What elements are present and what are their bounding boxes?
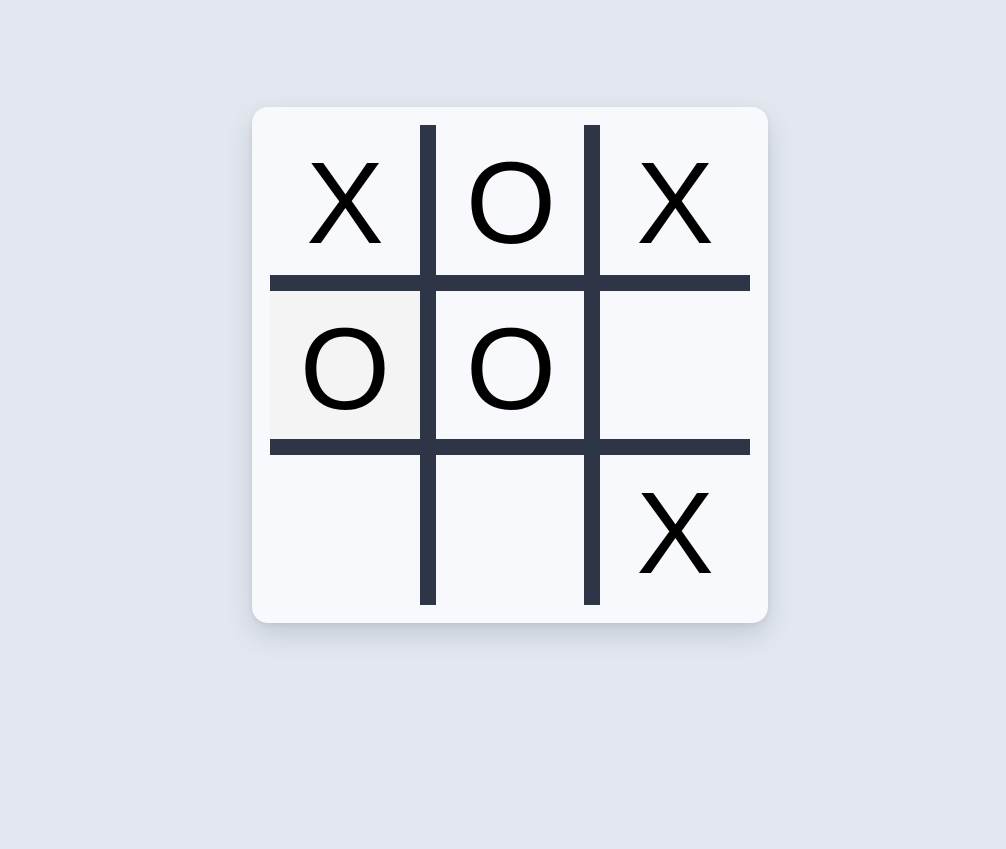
cell-mark: O xyxy=(465,304,557,434)
grid-line-horizontal-1 xyxy=(270,275,750,291)
grid-line-vertical-1 xyxy=(420,125,436,605)
cell-r3-c3[interactable]: X xyxy=(600,455,750,605)
cell-mark: O xyxy=(465,138,557,268)
tic-tac-toe-board: X O X O O X xyxy=(270,125,750,605)
cell-mark: X xyxy=(306,138,384,268)
cell-r3-c2[interactable] xyxy=(436,455,586,605)
cell-r2-c3[interactable] xyxy=(600,291,750,441)
grid-line-vertical-2 xyxy=(584,125,600,605)
cell-r2-c1[interactable]: O xyxy=(270,291,420,441)
cell-r1-c3[interactable]: X xyxy=(600,125,750,275)
cell-mark: X xyxy=(636,138,714,268)
game-card: X O X O O X xyxy=(252,107,768,623)
cell-r1-c1[interactable]: X xyxy=(270,125,420,275)
cell-mark: X xyxy=(636,468,714,598)
grid-line-horizontal-2 xyxy=(270,439,750,455)
cell-r1-c2[interactable]: O xyxy=(436,125,586,275)
cell-r2-c2[interactable]: O xyxy=(436,291,586,441)
cell-mark: O xyxy=(299,304,391,434)
cell-r3-c1[interactable] xyxy=(270,455,420,605)
